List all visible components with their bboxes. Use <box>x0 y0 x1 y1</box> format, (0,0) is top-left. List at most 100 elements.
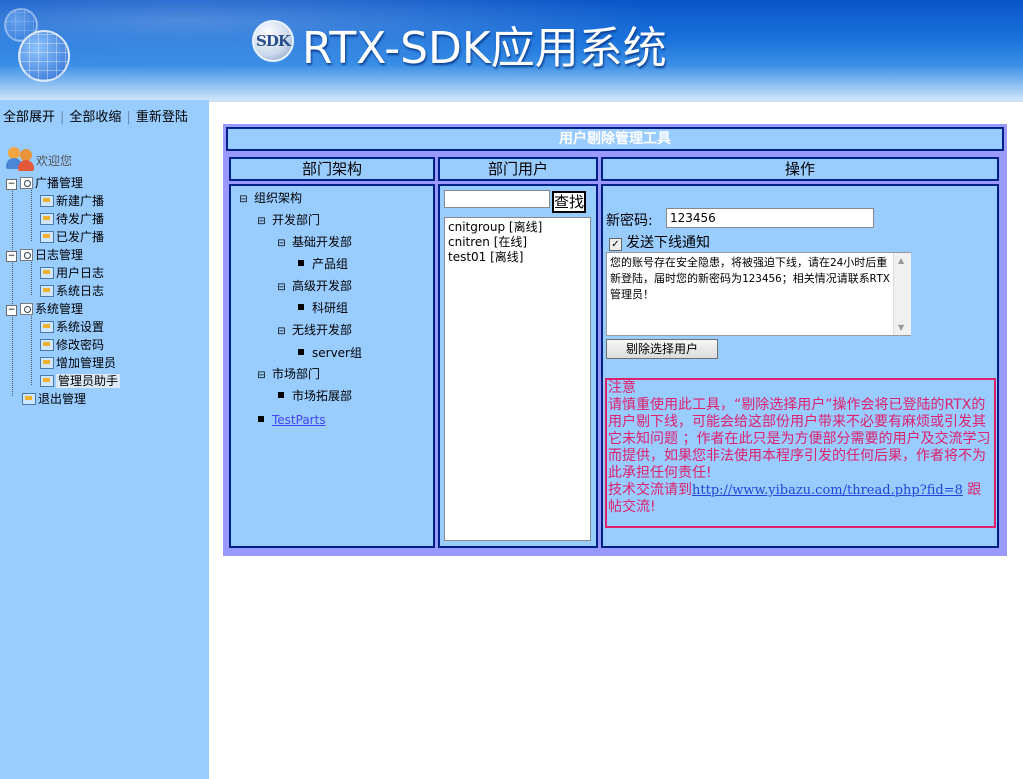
dept-node-market-ext[interactable]: 市场拓展部 <box>277 388 352 404</box>
nav-group-system[interactable]: − 系统管理 <box>6 300 83 318</box>
dept-node-test[interactable]: TestParts <box>257 412 326 428</box>
nav-item-user-log[interactable]: 用户日志 <box>40 264 104 282</box>
dept-node-label: 基础开发部 <box>292 235 353 249</box>
folder-icon <box>20 249 33 261</box>
nav-group-logs[interactable]: − 日志管理 <box>6 246 83 264</box>
app-title: RTX-SDK应用系统 <box>302 23 667 74</box>
nav-group-label: 广播管理 <box>35 176 84 190</box>
collapse-toggle-icon[interactable]: ⊟ <box>257 368 266 384</box>
link-separator: | <box>60 110 65 125</box>
link-separator: | <box>126 110 131 125</box>
notice-contact: 技术交流请到http://www.yibazu.com/thread.php?f… <box>608 482 993 516</box>
nav-item-label: 已发广播 <box>56 230 105 244</box>
notify-option[interactable]: ✓ 发送下线通知 <box>609 232 710 252</box>
nav-item-new-broadcast[interactable]: 新建广播 <box>40 192 104 210</box>
header-banner: SDK RTX-SDK应用系统 <box>0 0 1023 100</box>
user-search-input[interactable] <box>444 190 550 208</box>
bullet-icon <box>258 416 264 422</box>
dept-node-research[interactable]: 科研组 <box>297 300 348 316</box>
nav-item-system-log[interactable]: 系统日志 <box>40 282 104 300</box>
notify-checkbox[interactable]: ✓ <box>609 238 622 251</box>
users-icon <box>6 146 36 172</box>
dept-node-basic[interactable]: ⊟ 基础开发部 <box>277 234 352 252</box>
welcome-text: 欢迎您 <box>36 154 73 168</box>
dept-node-label: 市场部门 <box>272 367 321 381</box>
page-icon <box>40 231 54 243</box>
collapse-toggle-icon[interactable]: ⊟ <box>277 280 286 296</box>
kick-tool-panel: 用户剔除管理工具 部门架构 部门用户 操作 ⊟ 组织架构 ⊟ 开发部门 ⊟ 基础开发部… <box>223 124 1007 556</box>
dept-node-label: 产品组 <box>312 257 349 271</box>
sidebar-top-links: 全部展开 | 全部收缩 | 重新登陆 <box>3 106 188 125</box>
bullet-icon <box>278 392 284 398</box>
tree-connector <box>31 313 32 385</box>
nav-item-label: 系统日志 <box>56 284 105 298</box>
nav-item-sent-broadcast[interactable]: 已发广播 <box>40 228 104 246</box>
collapse-all-link[interactable]: 全部收缩 <box>69 110 121 125</box>
kick-selected-users-button[interactable]: 剔除选择用户 <box>606 339 718 359</box>
message-scrollbar[interactable]: ▲ ▼ <box>893 253 911 335</box>
nav-item-system-settings[interactable]: 系统设置 <box>40 318 104 336</box>
notice-heading: 注意 <box>608 380 636 396</box>
scroll-up-arrow-icon[interactable]: ▲ <box>898 256 904 265</box>
dept-node-product[interactable]: 产品组 <box>297 256 348 272</box>
dept-node-market[interactable]: ⊟ 市场部门 <box>257 366 320 384</box>
page-icon <box>40 267 54 279</box>
new-password-input[interactable] <box>666 208 874 228</box>
globe-icon <box>18 30 70 82</box>
nav-item-label: 修改密码 <box>56 338 105 352</box>
dept-link-testparts[interactable]: TestParts <box>272 413 326 427</box>
dept-node-label: 无线开发部 <box>292 323 353 337</box>
panel-title: 用户剔除管理工具 <box>226 127 1004 151</box>
list-item[interactable]: test01 [离线] <box>448 250 587 265</box>
column-header-actions: 操作 <box>601 157 999 181</box>
nav-item-add-admin[interactable]: 增加管理员 <box>40 354 116 372</box>
collapse-toggle-icon[interactable]: − <box>6 179 17 190</box>
list-item[interactable]: cnitgroup [离线] <box>448 220 587 235</box>
dept-node-dev[interactable]: ⊟ 开发部门 <box>257 212 320 230</box>
collapse-toggle-icon[interactable]: ⊟ <box>239 192 248 208</box>
nav-item-logout[interactable]: 退出管理 <box>22 390 86 408</box>
expand-all-link[interactable]: 全部展开 <box>3 110 55 125</box>
nav-group-label: 系统管理 <box>35 302 84 316</box>
tree-connector <box>12 187 13 396</box>
bullet-icon <box>298 304 304 310</box>
nav-item-label: 待发广播 <box>56 212 105 226</box>
user-listbox[interactable]: cnitgroup [离线] cnitren [在线] test01 [离线] <box>444 217 591 541</box>
nav-item-admin-assistant[interactable]: 管理员助手 <box>40 372 121 390</box>
list-item[interactable]: cnitren [在线] <box>448 235 587 250</box>
collapse-toggle-icon[interactable]: − <box>6 251 17 262</box>
page-icon <box>40 285 54 297</box>
scroll-down-arrow-icon[interactable]: ▼ <box>898 323 904 332</box>
collapse-toggle-icon[interactable]: ⊟ <box>277 236 286 252</box>
forum-link[interactable]: http://www.yibazu.com/thread.php?fid=8 <box>692 483 963 498</box>
notice-contact-prefix: 技术交流请到 <box>608 482 692 498</box>
dept-node-advanced[interactable]: ⊟ 高级开发部 <box>277 278 352 296</box>
nav-item-pending-broadcast[interactable]: 待发广播 <box>40 210 104 228</box>
dept-node-label: 组织架构 <box>254 191 303 205</box>
notify-label: 发送下线通知 <box>626 235 710 251</box>
tree-connector <box>31 259 32 295</box>
collapse-toggle-icon[interactable]: ⊟ <box>277 324 286 340</box>
dept-node-root[interactable]: ⊟ 组织架构 <box>239 190 302 208</box>
page-icon <box>40 321 54 333</box>
search-button[interactable]: 查找 <box>552 191 586 213</box>
page-icon <box>40 195 54 207</box>
tree-connector <box>31 187 32 241</box>
column-header-users: 部门用户 <box>438 157 598 181</box>
relogin-link[interactable]: 重新登陆 <box>136 110 188 125</box>
page-icon <box>22 393 36 405</box>
dept-node-label: 开发部门 <box>272 213 321 227</box>
offline-message-textarea[interactable]: 您的账号存在安全隐患，将被强迫下线，请在24小时后重新登陆，届时您的新密码为12… <box>606 252 911 336</box>
warning-notice: 注意 请慎重使用此工具，“剔除选择用户”操作会将已登陆的RTX的用户剔下线，可能… <box>605 378 996 528</box>
collapse-toggle-icon[interactable]: − <box>6 305 17 316</box>
dept-node-wireless[interactable]: ⊟ 无线开发部 <box>277 322 352 340</box>
dept-node-label: server组 <box>312 346 362 360</box>
column-header-dept: 部门架构 <box>229 157 435 181</box>
folder-icon <box>20 303 33 315</box>
nav-item-label: 新建广播 <box>56 194 105 208</box>
nav-group-broadcast[interactable]: − 广播管理 <box>6 174 83 192</box>
nav-item-change-password[interactable]: 修改密码 <box>40 336 104 354</box>
dept-node-server[interactable]: server组 <box>297 345 362 361</box>
collapse-toggle-icon[interactable]: ⊟ <box>257 214 266 230</box>
folder-icon <box>20 177 33 189</box>
